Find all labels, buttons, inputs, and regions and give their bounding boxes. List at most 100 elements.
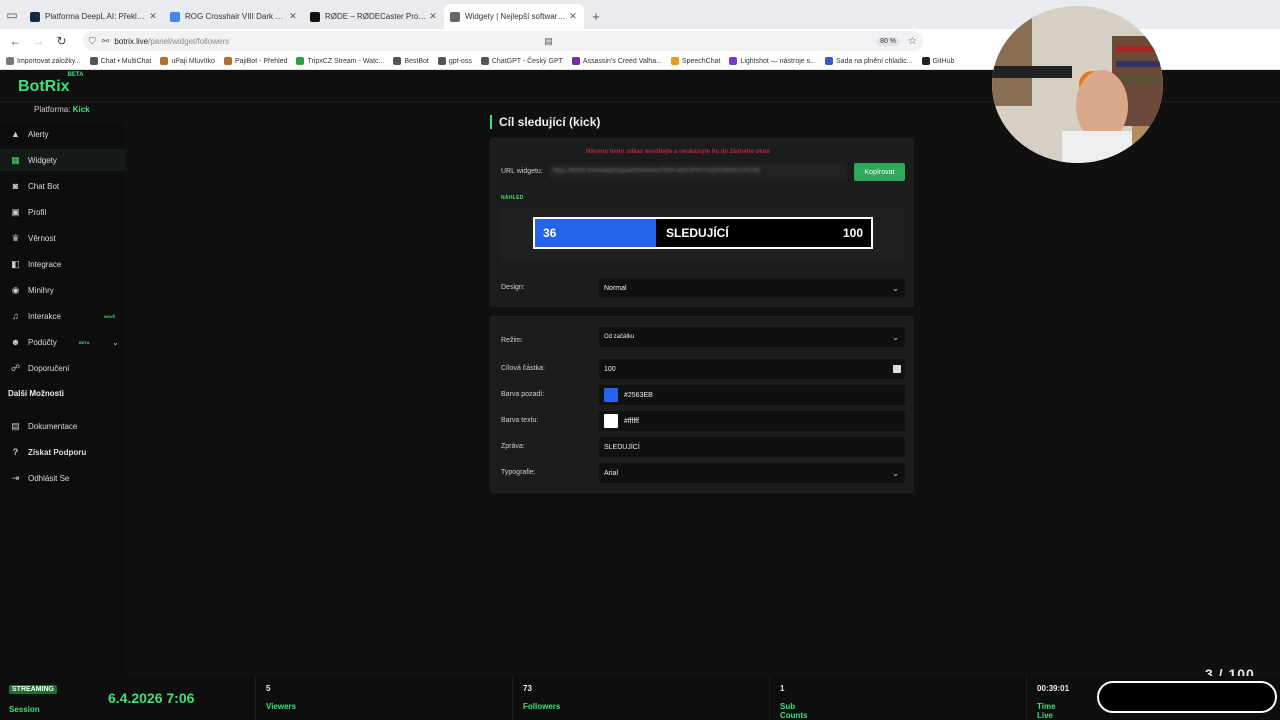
sidebar-item-label: Widgety xyxy=(28,155,57,165)
beta-badge: BETA xyxy=(79,339,90,345)
tab-overview-icon[interactable]: ▭ xyxy=(0,0,24,29)
bookmark-favicon-icon xyxy=(670,57,679,65)
address-bar[interactable]: ⛉ ⚯ botrix.live/panel/widget/followers ▤… xyxy=(83,31,923,51)
integration-icon: ◧ xyxy=(11,258,20,269)
bookmark-item[interactable]: Lightshot — nástroje s... xyxy=(729,57,816,65)
text-color-input[interactable]: #ffffff xyxy=(599,411,905,431)
mode-value: Od začátku xyxy=(604,334,635,340)
bookmark-favicon-icon xyxy=(921,57,930,65)
trophy-icon: ♛ xyxy=(11,232,20,243)
bookmark-label: BestBot xyxy=(404,57,429,65)
message-input[interactable]: SLEDUJÍCÍ xyxy=(599,437,905,457)
goal-amount-input[interactable]: 100 xyxy=(599,359,905,379)
sidebar-item-logout[interactable]: ⇥ Odhlásit Se xyxy=(0,467,125,489)
platform-indicator: Platforma: Kick xyxy=(34,105,90,114)
privacy-warning: Nikomu tento odkaz nesdílejte a neukazuj… xyxy=(586,149,770,155)
close-icon[interactable]: ✕ xyxy=(288,11,298,22)
sidebar-item-interakce[interactable]: ♫ Interakce NOVÉ xyxy=(0,305,125,327)
reader-view-icon[interactable]: ▤ xyxy=(544,36,553,47)
browser-tab[interactable]: RØDE – RØDECaster Pro II and RØD✕ xyxy=(304,4,444,29)
bookmark-item[interactable]: Sada na plnění chladic... xyxy=(824,57,913,65)
tab-title: Platforma DeepL AI: Překlad, hl xyxy=(45,12,148,21)
sidebar-item-widgety[interactable]: ▦ Widgety xyxy=(0,149,125,171)
bookmark-item[interactable]: GitHub xyxy=(921,57,955,65)
sidebar-item-alerty[interactable]: ▲ Alerty xyxy=(0,123,125,145)
sidebar-item-label: Integrace xyxy=(28,259,62,269)
goal-options-card: Režim: Od začátku ⌄ Cílová částka: 100 Ba… xyxy=(490,316,914,493)
sidebar-item-podúčty[interactable]: ☻ Podúčty BETA ⌄ xyxy=(0,331,125,353)
design-select[interactable]: Normal ⌄ xyxy=(599,278,905,298)
bookmark-favicon-icon xyxy=(223,57,232,65)
bg-color-input[interactable]: #2563EB xyxy=(599,385,905,405)
stepper-icon[interactable] xyxy=(893,365,901,373)
shield-icon[interactable]: ⛉ xyxy=(89,36,96,47)
close-icon[interactable]: ✕ xyxy=(568,11,578,22)
followers-value: 73 xyxy=(523,684,532,693)
bookmark-item[interactable]: gpt-oss xyxy=(437,57,472,65)
sidebar-item-věrnost[interactable]: ♛ Věrnost xyxy=(0,227,125,249)
font-select[interactable]: Arial ⌄ xyxy=(599,463,905,483)
bookmark-item[interactable]: BestBot xyxy=(393,57,429,65)
widget-settings-card: Nikomu tento odkaz nesdílejte a neukazuj… xyxy=(490,138,914,307)
mode-select[interactable]: Od začátku ⌄ xyxy=(599,327,905,347)
text-color-swatch[interactable] xyxy=(604,414,618,428)
bookmark-item[interactable]: SpeechChat xyxy=(670,57,721,65)
tab-title: RØDE – RØDECaster Pro II and RØD xyxy=(325,12,428,21)
text-color-label: Barva textu: xyxy=(501,417,539,424)
platform-value: Kick xyxy=(72,105,90,114)
bookmark-item[interactable]: uPaji Mluvítko xyxy=(160,57,215,65)
browser-tab[interactable]: Widgety | Nejlepší software pro ✕ xyxy=(444,4,584,29)
widget-url-field[interactable]: https://botrix.live/widgets/goals/follow… xyxy=(549,163,847,179)
sidebar-item-integrace[interactable]: ◧ Integrace xyxy=(0,253,125,275)
bookmark-item[interactable]: TripxCZ Stream - Watc... xyxy=(296,57,384,65)
referral-icon: ☍ xyxy=(10,362,21,373)
bookmark-label: Sada na plnění chladic... xyxy=(835,57,913,65)
reload-icon[interactable]: ↻ xyxy=(50,34,73,48)
bookmark-item[interactable]: ChatGPT - Český GPT xyxy=(480,57,563,65)
bookmark-label: GitHub xyxy=(932,57,955,65)
id-card-icon: ▣ xyxy=(11,206,20,217)
sidebar-item-profil[interactable]: ▣ Profil xyxy=(0,201,125,223)
bg-color-swatch[interactable] xyxy=(604,388,618,402)
copy-url-button[interactable]: Kopírovat xyxy=(854,163,905,181)
close-icon[interactable]: ✕ xyxy=(428,11,438,22)
page-title: Cíl sledující (kick) xyxy=(490,115,600,129)
sidebar-item-chat bot[interactable]: ◙ Chat Bot xyxy=(0,175,125,197)
forward-arrow-icon[interactable]: → xyxy=(27,34,50,48)
message-label: Zpráva: xyxy=(501,443,525,450)
bookmark-item[interactable]: PajiBot - Přehled xyxy=(223,57,287,65)
sidebar-item-help[interactable]: ? Získat Podporu xyxy=(0,441,125,463)
browser-tab[interactable]: Platforma DeepL AI: Překlad, hl ✕ xyxy=(24,4,164,29)
botrix-logo[interactable]: BotRixBETA xyxy=(18,72,83,96)
bookmark-label: gpt-oss xyxy=(448,57,472,65)
sidebar-item-minihry[interactable]: ◉ Minihry xyxy=(0,279,125,301)
viewers-label: Viewers xyxy=(266,702,297,711)
sidebar-item-doc[interactable]: ▤ Dokumentace xyxy=(0,415,125,437)
tab-favicon-icon xyxy=(450,11,460,22)
sidebar-item-label: Minihry xyxy=(28,285,54,295)
url-widget-label: URL widgetu: xyxy=(501,168,543,175)
close-icon[interactable]: ✕ xyxy=(148,11,158,22)
chevron-down-icon[interactable]: ⌄ xyxy=(112,338,119,347)
bookmark-label: SpeechChat xyxy=(681,57,721,65)
bookmark-star-icon[interactable]: ☆ xyxy=(908,36,917,47)
bookmark-favicon-icon xyxy=(571,57,580,65)
bookmark-label: ChatGPT - Český GPT xyxy=(491,57,563,65)
site-info-icon[interactable]: ⚯ xyxy=(102,36,110,47)
new-tab-button[interactable]: + xyxy=(584,4,608,29)
browser-tab[interactable]: ROG Crosshair VIII Dark Hero - ✕ xyxy=(164,4,304,29)
bookmark-item[interactable]: Assassin's Creed Valha... xyxy=(571,57,662,65)
back-arrow-icon[interactable]: ← xyxy=(4,34,27,48)
bookmark-label: Assassin's Creed Valha... xyxy=(582,57,662,65)
subs-stat: 1 Sub Counts xyxy=(769,676,808,720)
robot-icon: ◙ xyxy=(12,181,19,191)
bookmark-item[interactable]: Importovat záložky... xyxy=(6,57,81,65)
partial-counter: 3 / 100 xyxy=(1205,666,1255,676)
goal-target-value: 100 xyxy=(842,226,863,240)
goal-preview: 36 SLEDUJÍCÍ 100 xyxy=(501,209,905,261)
sidebar-item-doporučení[interactable]: ☍ Doporučení xyxy=(0,357,125,379)
bookmark-item[interactable]: Chat • MultiChat xyxy=(89,57,151,65)
logo-text: BotRix xyxy=(18,78,70,95)
viewers-value: 5 xyxy=(266,684,271,693)
zoom-level[interactable]: 80 % xyxy=(876,36,901,46)
